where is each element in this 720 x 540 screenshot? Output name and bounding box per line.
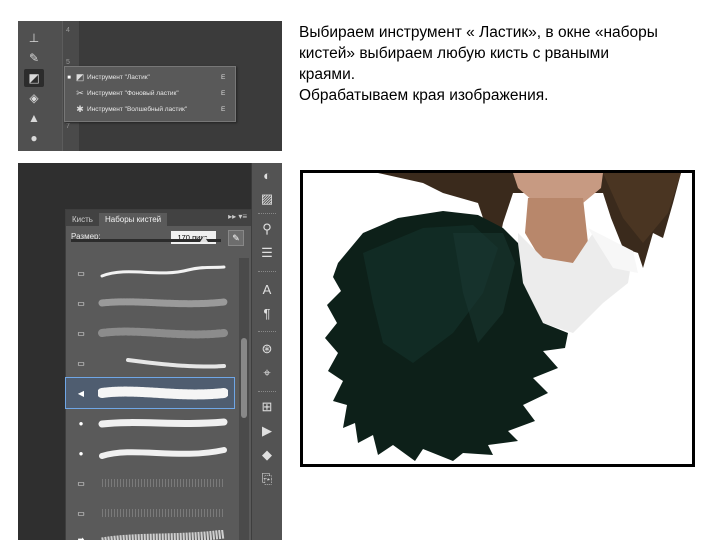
- active-bullet-icon: ■: [67, 74, 71, 81]
- background-eraser-icon: ✂: [76, 88, 84, 98]
- brush-soft-round-icon: ●: [78, 418, 84, 428]
- ruler-mark: 5: [66, 59, 70, 66]
- brush-preset[interactable]: ▭: [66, 258, 234, 288]
- edited-portrait-image: [325, 173, 681, 461]
- clone-stamp-icon[interactable]: ⊥: [24, 29, 44, 47]
- ruler-mark: 4: [66, 27, 70, 34]
- channels-icon[interactable]: ⊛: [257, 339, 277, 359]
- brush-options-icon[interactable]: ✎: [228, 230, 244, 246]
- paragraph-icon[interactable]: ¶: [257, 303, 277, 323]
- size-slider[interactable]: [71, 236, 221, 242]
- brush-type-icon: ▭: [77, 358, 85, 368]
- brush-stroke-preview: [102, 509, 224, 517]
- history-icon[interactable]: ⎘: [257, 469, 277, 489]
- actions-play-icon[interactable]: ▶: [257, 421, 277, 441]
- menu-item-label: Инструмент "Ластик": [87, 74, 150, 81]
- brush-type-icon: ▭: [77, 478, 85, 488]
- brush-type-icon: ▭: [77, 298, 85, 308]
- menu-item-magic-eraser[interactable]: ✱ Инструмент "Волшебный ластик" E: [65, 102, 235, 117]
- panel-dock: ◐ ▨ ⚲ ☰ A ¶ ⊛ ⌖ ⊞ ▶ ◆ ⎘: [251, 163, 282, 540]
- brush-stroke-preview: [126, 358, 226, 369]
- brush-type-icon: ◀: [77, 388, 85, 398]
- brush-stroke-preview: [98, 327, 228, 339]
- dodge-tool-icon[interactable]: ●: [24, 129, 44, 147]
- brush-stroke-preview: [100, 265, 226, 278]
- layer-comps-icon[interactable]: ⊞: [257, 397, 277, 417]
- panel-tabs: Кисть Наборы кистей ▸▸ ▾≡: [66, 210, 251, 226]
- blur-tool-icon[interactable]: ▲: [24, 109, 44, 127]
- eraser-icon: ◩: [75, 72, 85, 82]
- toolbar: ⊥ ✎ ◩ ◈ ▲ ●: [18, 21, 62, 151]
- brush-stroke-preview: [98, 386, 228, 400]
- tab-brush[interactable]: Кисть: [66, 213, 99, 226]
- eraser-tool-icon[interactable]: ◩: [24, 69, 44, 87]
- menu-item-eraser[interactable]: ■ ◩ Инструмент "Ластик" E: [65, 70, 235, 85]
- brush-preset[interactable]: ▭: [66, 288, 234, 318]
- color-icon[interactable]: ◐: [257, 165, 277, 185]
- brush-type-icon: ▭: [77, 328, 85, 338]
- brush-type-icon: ▭: [77, 268, 85, 278]
- brush-presets-icon[interactable]: ☰: [257, 243, 277, 263]
- scrollbar-thumb[interactable]: [241, 338, 247, 418]
- menu-item-label: Инструмент "Фоновый ластик": [87, 90, 179, 97]
- history-brush-icon[interactable]: ✎: [24, 49, 44, 67]
- brush-presets-screenshot: ◐ ▨ ⚲ ☰ A ¶ ⊛ ⌖ ⊞ ▶ ◆ ⎘ Кисть Наборы кис…: [18, 163, 282, 540]
- eraser-tool-screenshot: ⊥ ✎ ◩ ◈ ▲ ● 4 5 6 7 ■ ◩ Инструмент "Ласт…: [18, 21, 282, 151]
- brush-soft-round-icon: ●: [78, 448, 84, 458]
- shortcut-key: E: [221, 90, 226, 97]
- instruction-line: Обрабатываем края изображения.: [299, 87, 549, 104]
- paths-icon[interactable]: ⌖: [257, 363, 277, 383]
- result-image: [300, 170, 695, 467]
- adjustments-icon[interactable]: ▨: [257, 189, 277, 209]
- brush-preset[interactable]: ▭: [66, 348, 234, 378]
- brush-stroke-preview: [102, 479, 224, 487]
- panel-menu-icon[interactable]: ▸▸ ▾≡: [228, 212, 247, 221]
- brush-preset-selected[interactable]: ◀: [65, 377, 235, 409]
- eraser-tool-flyout-menu: ■ ◩ Инструмент "Ластик" E ✂ Инструмент "…: [64, 66, 236, 122]
- tab-brush-presets[interactable]: Наборы кистей: [98, 213, 168, 226]
- slider-knob[interactable]: [200, 236, 208, 242]
- brush-presets-panel: Кисть Наборы кистей ▸▸ ▾≡ Размер: 170 пи…: [65, 209, 252, 540]
- ruler-mark: 7: [66, 123, 70, 130]
- character-icon[interactable]: A: [257, 279, 277, 299]
- brush-stroke-preview: [98, 298, 228, 308]
- brush-stroke-preview: [98, 418, 228, 428]
- brush-type-icon: ➡: [77, 534, 85, 540]
- brush-preset[interactable]: ●: [66, 408, 234, 438]
- brush-type-icon: ▭: [77, 508, 85, 518]
- scrollbar[interactable]: [239, 258, 249, 540]
- shortcut-key: E: [221, 106, 226, 113]
- instruction-text: Выбираем инструмент « Ластик», в окне «н…: [299, 22, 714, 106]
- shortcut-key: E: [221, 74, 226, 81]
- brush-preset[interactable]: ●: [66, 438, 234, 468]
- brush-stroke-preview: [101, 530, 225, 540]
- brush-preset[interactable]: ▭: [66, 318, 234, 348]
- brush-preset[interactable]: ▭: [66, 468, 234, 498]
- layers-icon[interactable]: ◆: [257, 445, 277, 465]
- size-row: Размер: 170 пикс. ✎: [66, 226, 251, 250]
- instruction-line: кистей» выбираем любую кисть с рваными: [299, 45, 609, 62]
- instruction-line: Выбираем инструмент « Ластик», в окне «н…: [299, 24, 658, 41]
- tool-presets-icon[interactable]: ⚲: [257, 219, 277, 239]
- paint-bucket-icon[interactable]: ◈: [24, 89, 44, 107]
- brush-stroke-preview: [99, 447, 227, 459]
- menu-item-label: Инструмент "Волшебный ластик": [87, 106, 188, 113]
- magic-eraser-icon: ✱: [76, 104, 84, 114]
- instruction-line: краями.: [299, 66, 356, 83]
- brush-preset[interactable]: ➡: [66, 524, 234, 540]
- menu-item-background-eraser[interactable]: ✂ Инструмент "Фоновый ластик" E: [65, 86, 235, 101]
- size-input[interactable]: 170 пикс.: [171, 231, 216, 244]
- brush-preset-list: ▭ ▭ ▭ ▭ ◀ ● ● ▭ ▭ ➡: [65, 258, 235, 540]
